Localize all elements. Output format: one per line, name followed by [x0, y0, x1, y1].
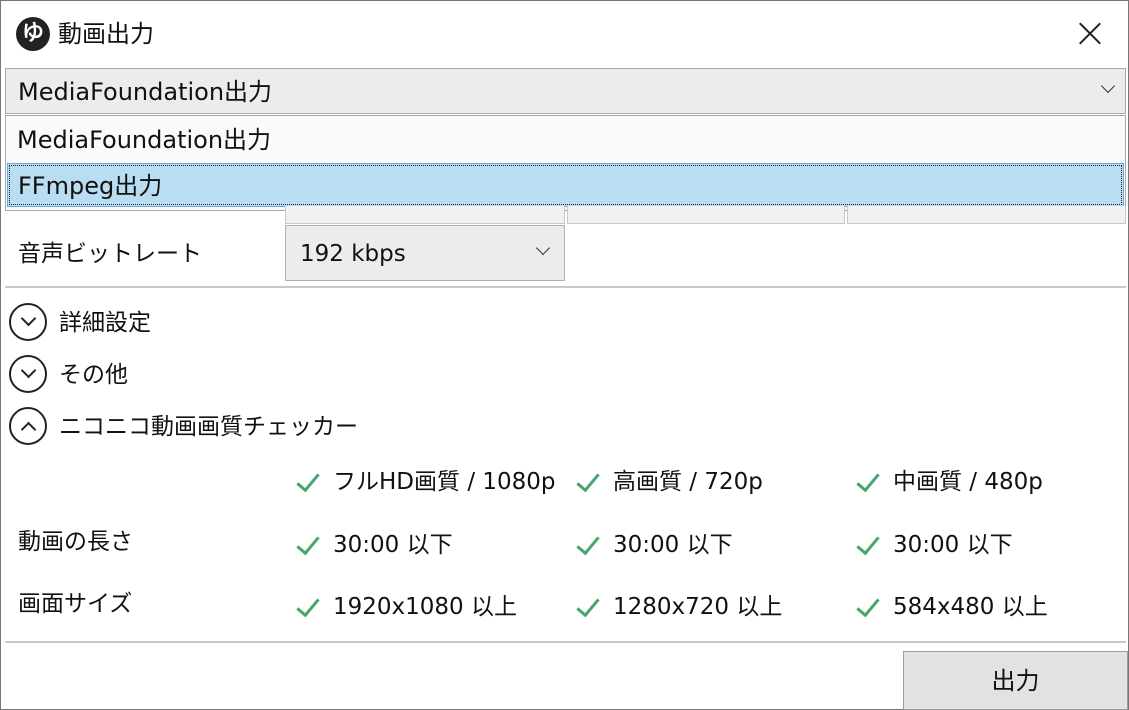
checker-cell: 1280x720 以上	[613, 594, 783, 620]
output-format-dropdown: MediaFoundation出力 FFmpeg出力	[5, 115, 1126, 211]
section-label-detail[interactable]: 詳細設定	[59, 307, 151, 339]
check-icon	[856, 530, 880, 556]
divider	[5, 286, 1126, 288]
output-format-selected: MediaFoundation出力	[18, 78, 273, 106]
option-mediafoundation[interactable]: MediaFoundation出力	[7, 118, 1124, 162]
check-icon	[296, 530, 320, 556]
chevron-down-icon	[20, 362, 37, 379]
check-icon	[296, 592, 320, 618]
check-icon	[856, 467, 880, 493]
divider	[5, 641, 1126, 643]
app-icon: ゆ	[16, 17, 50, 51]
audio-bitrate-select[interactable]: 192 kbps	[285, 225, 565, 281]
expander-detail[interactable]	[9, 303, 47, 341]
expander-other[interactable]	[9, 355, 47, 393]
row-label-duration: 動画の長さ	[18, 529, 133, 555]
obscured-select-2	[567, 206, 845, 224]
check-icon	[576, 592, 600, 618]
check-icon	[856, 592, 880, 618]
checker-cell: 30:00 以下	[613, 532, 733, 558]
title-bar: ゆ 動画出力	[1, 1, 1128, 67]
output-button[interactable]: 出力	[903, 651, 1128, 710]
audio-bitrate-label: 音声ビットレート	[18, 241, 202, 267]
close-icon[interactable]	[1071, 15, 1109, 53]
checker-cell: 1920x1080 以上	[333, 594, 517, 620]
chevron-up-icon	[20, 421, 37, 438]
check-icon	[576, 530, 600, 556]
checker-header: 高画質 / 720p	[613, 469, 763, 495]
check-icon	[576, 467, 600, 493]
chevron-down-icon	[1100, 78, 1116, 94]
checker-cell: 30:00 以下	[893, 532, 1013, 558]
checker-header: フルHD画質 / 1080p	[333, 469, 556, 495]
window-title: 動画出力	[58, 20, 154, 48]
check-icon	[296, 467, 320, 493]
section-label-nico-checker[interactable]: ニコニコ動画画質チェッカー	[59, 411, 358, 443]
chevron-down-icon	[535, 240, 551, 256]
obscured-select-3	[847, 206, 1126, 224]
output-format-combobox[interactable]: MediaFoundation出力	[5, 68, 1126, 114]
checker-cell: 584x480 以上	[893, 594, 1048, 620]
row-label-resolution: 画面サイズ	[18, 591, 133, 617]
chevron-down-icon	[20, 310, 37, 327]
section-label-other[interactable]: その他	[59, 359, 128, 391]
option-ffmpeg[interactable]: FFmpeg出力	[7, 163, 1124, 207]
audio-bitrate-value: 192 kbps	[300, 241, 406, 267]
expander-nico-checker[interactable]	[9, 407, 47, 445]
checker-cell: 30:00 以下	[333, 532, 453, 558]
obscured-select-1	[285, 206, 565, 224]
checker-header: 中画質 / 480p	[893, 469, 1043, 495]
